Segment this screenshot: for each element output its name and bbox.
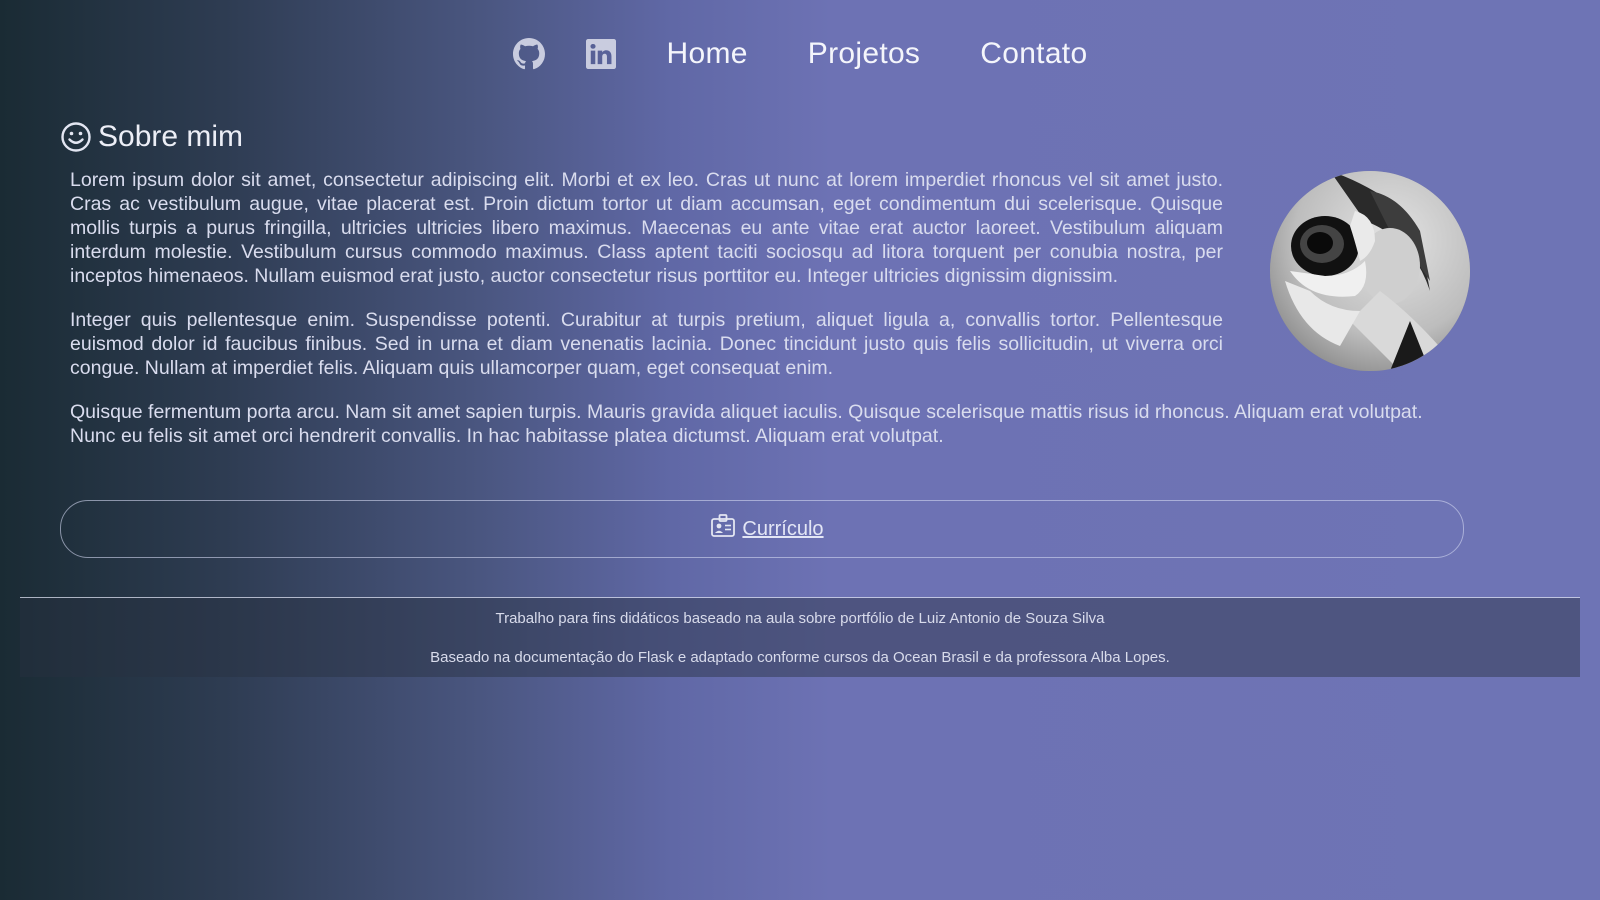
nav-inner: Home Projetos Contato — [493, 36, 1118, 72]
nav-link-contato[interactable]: Contato — [980, 37, 1087, 71]
profile-photo — [1270, 171, 1470, 371]
about-title: Sobre mim — [98, 120, 244, 153]
about-heading: Sobre mim — [60, 120, 1470, 154]
curriculo-box: Currículo — [60, 500, 1464, 558]
nav-link-projetos[interactable]: Projetos — [808, 37, 920, 71]
top-navigation: Home Projetos Contato — [0, 20, 1600, 88]
about-body: Lorem ipsum dolor sit amet, consectetur … — [60, 168, 1470, 448]
curriculo-label: Currículo — [742, 517, 824, 540]
about-paragraph-1: Lorem ipsum dolor sit amet, consectetur … — [70, 169, 1223, 287]
smile-icon — [60, 121, 92, 153]
footer: Trabalho para fins didáticos baseado na … — [20, 598, 1580, 677]
id-badge-icon — [710, 513, 736, 539]
about-section: Sobre mim Lorem ipsum dolor sit amet, co… — [60, 120, 1470, 468]
about-paragraph-3: Quisque fermentum porta arcu. Nam sit am… — [70, 401, 1423, 447]
footer-source-line: Baseado na documentação do Flask e adapt… — [430, 649, 1170, 666]
about-paragraph-2: Integer quis pellentesque enim. Suspendi… — [70, 309, 1223, 379]
curriculo-link[interactable]: Currículo — [710, 514, 824, 541]
linkedin-icon[interactable] — [583, 36, 619, 72]
github-icon[interactable] — [511, 36, 547, 72]
footer-credit-line: Trabalho para fins didáticos baseado na … — [495, 610, 1105, 627]
nav-link-home[interactable]: Home — [667, 37, 748, 71]
